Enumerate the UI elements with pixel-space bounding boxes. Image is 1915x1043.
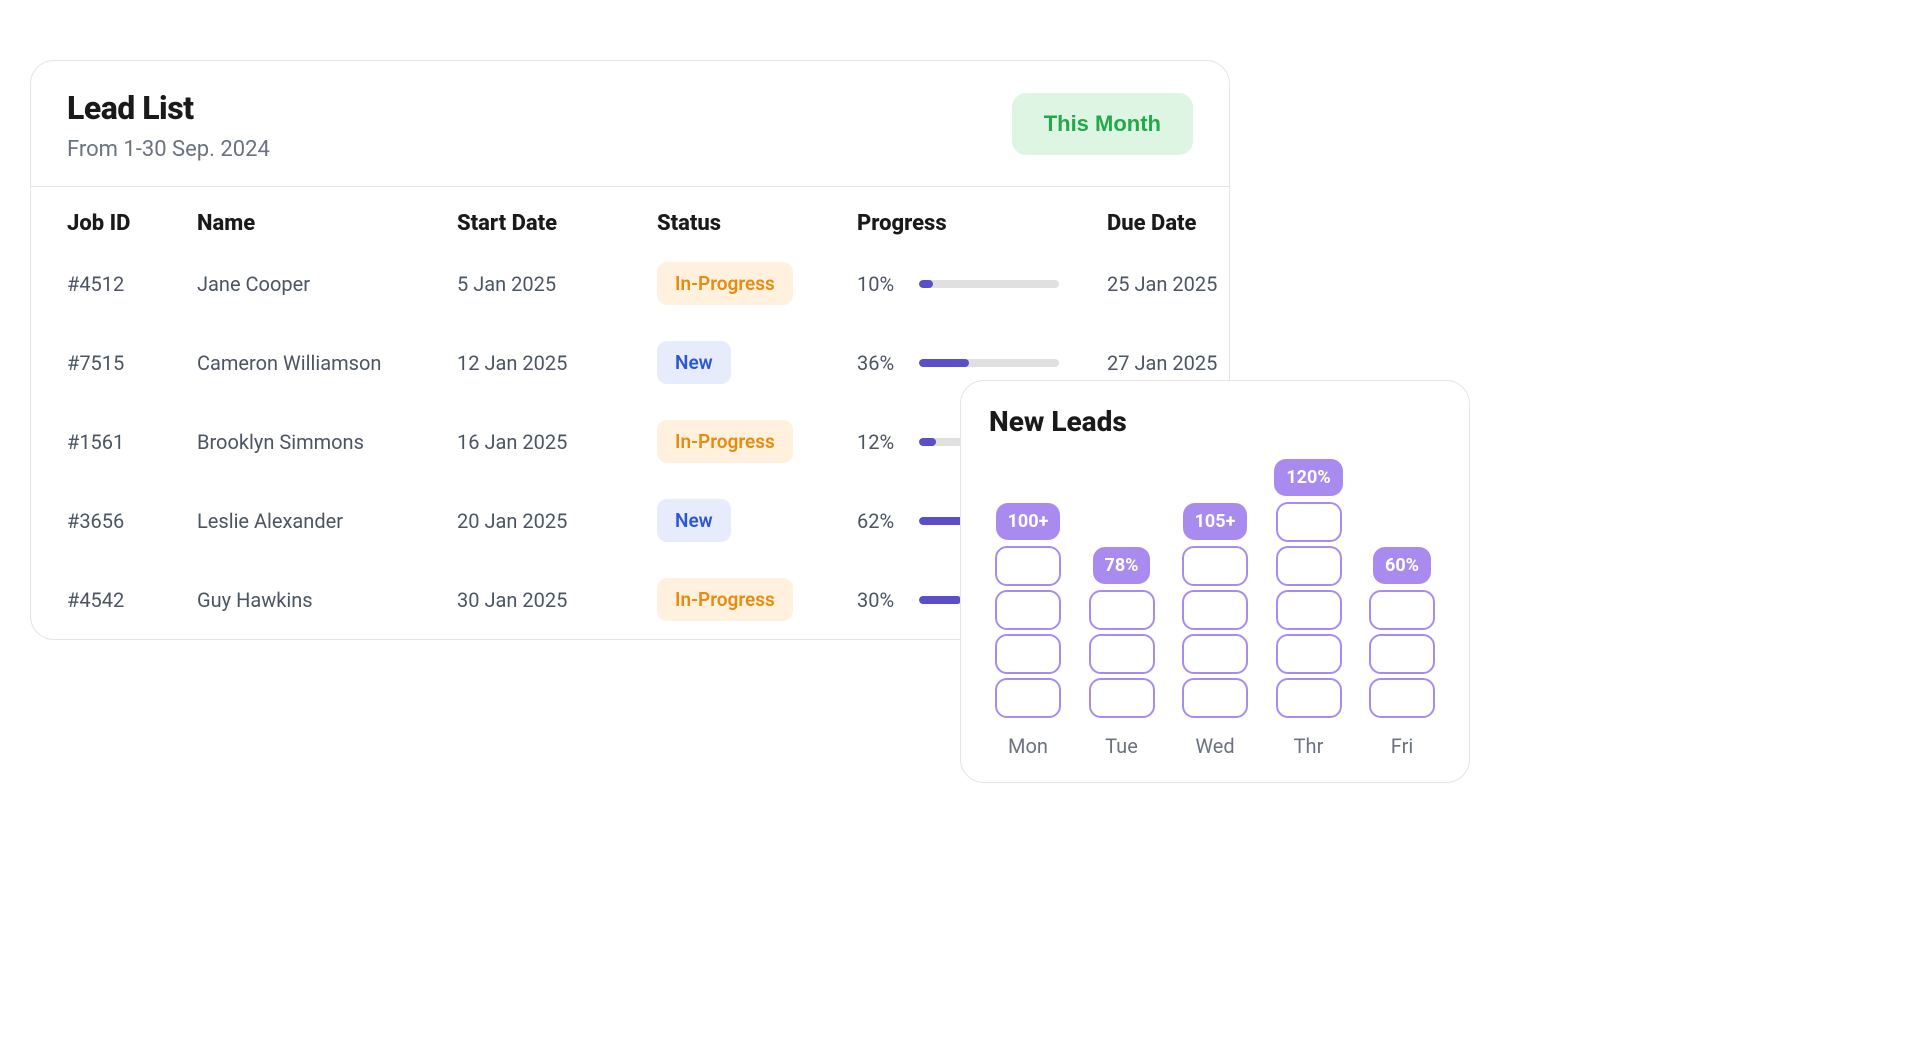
bar-block <box>995 546 1061 586</box>
cell-start-date: 12 Jan 2025 <box>457 351 657 375</box>
axis-label: Mon <box>989 734 1067 758</box>
bar-column: 78% <box>1083 547 1161 718</box>
bar-column: 120% <box>1270 459 1348 718</box>
col-due-date: Due Date <box>1107 211 1230 236</box>
bar-stack <box>1276 502 1342 718</box>
cell-status: New <box>657 499 857 542</box>
progress-percent: 10% <box>857 272 903 296</box>
progress-fill <box>919 596 961 604</box>
cell-name: Jane Cooper <box>197 272 457 296</box>
table-row[interactable]: #4512Jane Cooper5 Jan 2025In-Progress 10%… <box>31 244 1229 323</box>
progress-percent: 36% <box>857 351 903 375</box>
cell-name: Guy Hawkins <box>197 588 457 612</box>
bar-block <box>1369 634 1435 674</box>
bar-block <box>1276 678 1342 718</box>
cell-name: Leslie Alexander <box>197 509 457 533</box>
lead-list-subtitle: From 1-30 Sep. 2024 <box>67 137 270 162</box>
cell-job-id: #4542 <box>67 588 197 612</box>
cell-start-date: 20 Jan 2025 <box>457 509 657 533</box>
cell-due-date: 25 Jan 2025 <box>1107 272 1230 296</box>
progress-bar <box>919 359 1059 367</box>
cell-start-date: 5 Jan 2025 <box>457 272 657 296</box>
bar-column: 100+ <box>989 503 1067 718</box>
bar-block <box>1089 590 1155 630</box>
new-leads-bars: 100+ 78% 105+ 120% 60% <box>989 458 1441 718</box>
bar-value-pill: 105+ <box>1183 503 1248 540</box>
axis-label: Wed <box>1176 734 1254 758</box>
bar-block <box>1276 546 1342 586</box>
cell-job-id: #4512 <box>67 272 197 296</box>
progress-fill <box>919 438 936 446</box>
bar-block <box>995 590 1061 630</box>
col-job-id: Job ID <box>67 211 197 236</box>
cell-job-id: #7515 <box>67 351 197 375</box>
lead-list-header: Lead List From 1-30 Sep. 2024 This Month <box>31 61 1229 187</box>
bar-block <box>1276 590 1342 630</box>
progress-percent: 62% <box>857 509 903 533</box>
status-badge: In-Progress <box>657 262 793 305</box>
col-start-date: Start Date <box>457 211 657 236</box>
bar-stack <box>1089 590 1155 718</box>
cell-status: In-Progress <box>657 262 857 305</box>
lead-list-title: Lead List <box>67 89 270 127</box>
cell-due-date: 27 Jan 2025 <box>1107 351 1230 375</box>
col-name: Name <box>197 211 457 236</box>
progress-percent: 12% <box>857 430 903 454</box>
progress-bar <box>919 280 1059 288</box>
bar-value-pill: 120% <box>1274 459 1342 496</box>
cell-name: Brooklyn Simmons <box>197 430 457 454</box>
bar-block <box>1182 678 1248 718</box>
new-leads-title: New Leads <box>989 405 1441 438</box>
col-status: Status <box>657 211 857 236</box>
cell-job-id: #1561 <box>67 430 197 454</box>
bar-block <box>1369 678 1435 718</box>
bar-block <box>1182 590 1248 630</box>
bar-stack <box>1369 590 1435 718</box>
cell-status: New <box>657 341 857 384</box>
progress-percent: 30% <box>857 588 903 612</box>
bar-block <box>1182 546 1248 586</box>
status-badge: New <box>657 341 731 384</box>
cell-job-id: #3656 <box>67 509 197 533</box>
bar-block <box>995 678 1061 718</box>
lead-list-heading-group: Lead List From 1-30 Sep. 2024 <box>67 89 270 162</box>
lead-table-header-row: Job ID Name Start Date Status Progress D… <box>31 187 1229 244</box>
cell-start-date: 16 Jan 2025 <box>457 430 657 454</box>
cell-status: In-Progress <box>657 420 857 463</box>
cell-progress: 36% <box>857 351 1107 375</box>
bar-value-pill: 78% <box>1093 547 1151 584</box>
bar-block <box>1276 634 1342 674</box>
bar-block <box>1089 634 1155 674</box>
status-badge: New <box>657 499 731 542</box>
new-leads-axis: Mon Tue Wed Thr Fri <box>989 734 1441 758</box>
period-filter-button[interactable]: This Month <box>1012 93 1193 155</box>
bar-block <box>1182 634 1248 674</box>
bar-column: 105+ <box>1176 503 1254 718</box>
cell-status: In-Progress <box>657 578 857 621</box>
bar-value-pill: 60% <box>1373 547 1431 584</box>
bar-block <box>995 634 1061 674</box>
status-badge: In-Progress <box>657 420 793 463</box>
axis-label: Fri <box>1363 734 1441 758</box>
new-leads-card: New Leads 100+ 78% 105+ 120% 60% Mon Tue Wed Th… <box>960 380 1470 783</box>
col-progress: Progress <box>857 211 1107 236</box>
cell-start-date: 30 Jan 2025 <box>457 588 657 612</box>
bar-column: 60% <box>1363 547 1441 718</box>
bar-block <box>1276 502 1342 542</box>
status-badge: In-Progress <box>657 578 793 621</box>
bar-block <box>1369 590 1435 630</box>
bar-block <box>1089 678 1155 718</box>
axis-label: Thr <box>1270 734 1348 758</box>
progress-fill <box>919 280 933 288</box>
axis-label: Tue <box>1083 734 1161 758</box>
progress-fill <box>919 359 969 367</box>
cell-progress: 10% <box>857 272 1107 296</box>
bar-stack <box>1182 546 1248 718</box>
bar-stack <box>995 546 1061 718</box>
cell-name: Cameron Williamson <box>197 351 457 375</box>
bar-value-pill: 100+ <box>996 503 1061 540</box>
